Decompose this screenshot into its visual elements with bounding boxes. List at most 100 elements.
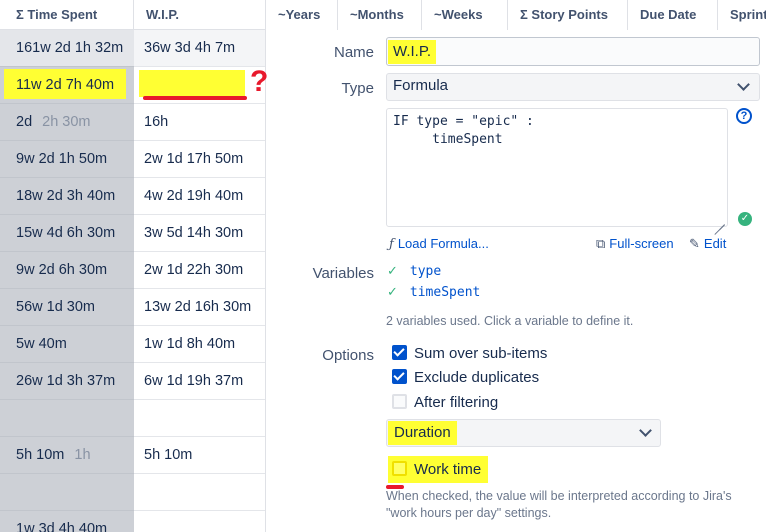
time-spent-value: 11w 2d 7h 40m (16, 77, 115, 93)
column-config-panel: Name W.I.P. Type Formula IF type = "epic… (266, 30, 766, 532)
type-select-value[interactable]: Formula (393, 77, 448, 94)
column-header-months[interactable]: ~Months (338, 0, 422, 30)
time-spent-cell[interactable]: 9w 2d 1h 50m (0, 141, 134, 178)
option-exclude-duplicates[interactable]: Exclude duplicates (392, 369, 539, 387)
time-spent-cell[interactable]: 11w 2d 7h 40m (0, 67, 134, 104)
time-spent-cell[interactable] (0, 474, 134, 511)
load-formula-link[interactable]: ƒ Load Formula... (389, 236, 489, 252)
time-spent-value: 9w 2d 6h 30m (16, 262, 108, 278)
checkbox-checked-icon[interactable] (392, 345, 407, 360)
wip-cell[interactable] (134, 474, 265, 511)
wip-cell[interactable] (134, 511, 265, 532)
time-spent-cell[interactable]: 5w 40m (0, 326, 134, 363)
name-input-value[interactable]: W.I.P. (388, 40, 437, 64)
time-spent-value: 18w 2d 3h 40m (16, 188, 116, 204)
wip-value: 13w 2d 16h 30m (144, 299, 252, 315)
check-icon: ✓ (387, 264, 398, 279)
type-label: Type (341, 80, 374, 97)
work-time-note-line-2: "work hours per day" settings. (386, 506, 552, 520)
issue-grid: Σ Time Spent W.I.P. 161w 2d 1h 32m 11w 2d… (0, 0, 268, 532)
formula-code[interactable]: IF type = "epic" : timeSpent (393, 113, 534, 149)
wip-cell[interactable]: 5h 10m (134, 437, 265, 474)
wip-cell[interactable]: 1w 1d 8h 40m (134, 326, 265, 363)
option-sum-over-sub-items[interactable]: Sum over sub-items (392, 345, 547, 363)
variables-label: Variables (312, 265, 374, 282)
time-spent-cell[interactable]: 2d 2h 30m (0, 104, 134, 141)
wip-cell[interactable]: 6w 1d 19h 37m (134, 363, 265, 400)
time-spent-value: 26w 1d 3h 37m (16, 373, 116, 389)
name-input[interactable] (386, 37, 760, 66)
edit-link[interactable]: ✎ Edit (689, 236, 726, 252)
column-header-story-points[interactable]: Σ Story Points (508, 0, 628, 30)
variable-name: type (409, 264, 442, 279)
column-header-weeks[interactable]: ~Weeks (422, 0, 508, 30)
wip-cell[interactable] (134, 400, 265, 437)
time-spent-cell[interactable]: 1w 3d 4h 40m (0, 511, 134, 532)
option-after-filtering[interactable]: After filtering (392, 394, 498, 412)
column-header-time-spent[interactable]: Σ Time Spent (0, 0, 134, 30)
resize-handle-icon[interactable] (714, 214, 725, 225)
time-spent-value: 56w 1d 30m (16, 299, 95, 315)
option-label: After filtering (414, 394, 499, 411)
time-spent-value: 9w 2d 1h 50m (16, 151, 108, 167)
help-icon[interactable]: ? (736, 108, 752, 124)
wip-value: 2w 1d 17h 50m (144, 151, 244, 167)
full-screen-label: Full-screen (609, 236, 674, 251)
variables-note: 2 variables used. Click a variable to de… (386, 314, 634, 328)
function-icon: ƒ (389, 237, 394, 252)
time-spent-subvalue: 1h (74, 447, 91, 463)
time-spent-column: 161w 2d 1h 32m 11w 2d 7h 40m 2d 2h 30m 9w 2d… (0, 30, 134, 532)
wip-cell[interactable]: 2w 1d 22h 30m (134, 252, 265, 289)
wip-value: 4w 2d 19h 40m (144, 188, 244, 204)
check-icon: ✓ (387, 285, 398, 300)
column-header-due-date[interactable]: Due Date (628, 0, 718, 30)
column-header-years[interactable]: ~Years (266, 0, 338, 30)
wip-value: 2w 1d 22h 30m (144, 262, 244, 278)
column-header-sprint[interactable]: Sprint (718, 0, 766, 30)
option-label: Work time (414, 461, 482, 478)
time-spent-cell[interactable]: 5h 10m 1h (0, 437, 134, 474)
name-label: Name (333, 44, 374, 61)
wip-cell[interactable]: 16h (134, 104, 265, 141)
time-spent-value: 2d (16, 114, 33, 130)
column-headers: ~Years ~Months ~Weeks Σ Story Points Due… (266, 0, 766, 30)
time-spent-cell[interactable]: 9w 2d 6h 30m (0, 252, 134, 289)
options-label: Options (322, 347, 374, 364)
wip-cell[interactable]: 36w 3d 4h 7m (134, 30, 265, 67)
wip-cell[interactable]: 13w 2d 16h 30m (134, 289, 265, 326)
wip-cell[interactable]: 4w 2d 19h 40m (134, 178, 265, 215)
time-spent-cell[interactable]: 15w 4d 6h 30m (0, 215, 134, 252)
wip-value: 1w 1d 8h 40m (144, 336, 236, 352)
full-screen-icon: ⧉ (596, 236, 606, 251)
time-spent-cell[interactable]: 161w 2d 1h 32m (0, 30, 134, 67)
time-spent-value: 15w 4d 6h 30m (16, 225, 116, 241)
wip-red-underline (143, 96, 247, 100)
edit-label: Edit (703, 236, 727, 251)
column-header-wip[interactable]: W.I.P. (134, 0, 266, 30)
checkbox-unchecked-icon[interactable] (392, 394, 407, 409)
wip-cell[interactable]: 3w 5d 14h 30m (134, 215, 265, 252)
wip-column: 36w 3d 4h 7m2w 5d 7h 40m16h2w 1d 17h 50m… (134, 30, 266, 532)
time-spent-cell[interactable]: 56w 1d 30m (0, 289, 134, 326)
time-spent-value: 5w 40m (16, 336, 67, 352)
option-label: Exclude duplicates (414, 369, 540, 386)
duration-select-value[interactable]: Duration (388, 421, 457, 445)
wip-cell[interactable]: 2w 1d 17h 50m (134, 141, 265, 178)
option-label: Sum over sub-items (414, 345, 548, 362)
wip-value: 36w 3d 4h 7m (144, 40, 236, 56)
option-work-time[interactable]: Work time (392, 461, 481, 479)
work-time-note-line-1: When checked, the value will be interpre… (386, 489, 732, 503)
time-spent-value: 5h 10m (16, 447, 65, 463)
checkbox-checked-icon[interactable] (392, 369, 407, 384)
variable-type[interactable]: ✓ type (387, 264, 441, 279)
time-spent-cell[interactable]: 26w 1d 3h 37m (0, 363, 134, 400)
time-spent-subvalue: 2h 30m (42, 114, 91, 130)
wip-value: 5h 10m (144, 447, 193, 463)
time-spent-cell[interactable] (0, 400, 134, 437)
wip-highlight (139, 70, 245, 97)
time-spent-cell[interactable]: 18w 2d 3h 40m (0, 178, 134, 215)
wip-value: 16h (144, 114, 169, 130)
variable-timespent[interactable]: ✓ timeSpent (387, 285, 480, 300)
checkbox-unchecked-icon[interactable] (392, 461, 407, 476)
full-screen-link[interactable]: ⧉ Full-screen (596, 236, 674, 252)
